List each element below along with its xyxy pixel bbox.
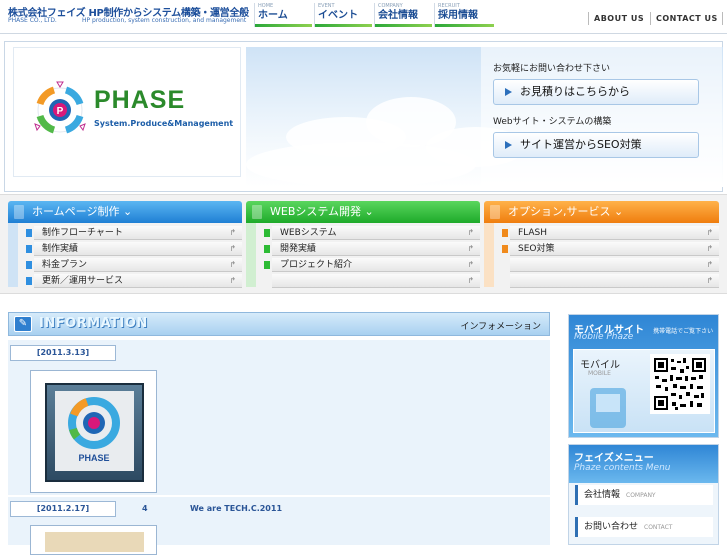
about-us-link[interactable]: ABOUT US bbox=[588, 12, 644, 25]
nav-company[interactable]: COMPANY 会社情報 bbox=[374, 3, 432, 27]
menu-item-empty: ↱ bbox=[510, 274, 719, 288]
seo-button[interactable]: サイト運営からSEO対策 bbox=[493, 132, 699, 158]
news-entry: [2011.2.17] 4 We are TECH.C.2011 bbox=[8, 497, 550, 555]
news-thumbnail[interactable] bbox=[30, 525, 157, 555]
menu-item[interactable]: WEBシステム ↱ bbox=[264, 226, 480, 240]
contact-panel: お気軽にお問い合わせ下さい お見積りはこちらから Webサイト・システムの構築 … bbox=[481, 47, 722, 187]
mobile-label: モバイル bbox=[580, 360, 620, 371]
information-header: ✎ INFORMATION インフォメーション bbox=[8, 312, 550, 336]
pencil-icon: ✎ bbox=[14, 316, 32, 332]
phone-icon bbox=[590, 388, 626, 428]
arrow-icon: ↱ bbox=[467, 244, 474, 253]
arrow-icon: ↱ bbox=[229, 228, 236, 237]
arrow-right-icon bbox=[505, 88, 512, 96]
nav-home[interactable]: HOME ホーム bbox=[254, 3, 312, 27]
web-label: Webサイト・システムの構築 bbox=[493, 117, 612, 127]
chevron-down-icon: ⌄ bbox=[122, 205, 133, 218]
news-thumbnail[interactable]: PHASE bbox=[30, 370, 157, 493]
site-header: 株式会社フェイズ HP制作からシステム構築・運営全般 PHASE CO., LT… bbox=[0, 0, 727, 34]
page-icon bbox=[252, 205, 262, 219]
arrow-icon: ↱ bbox=[229, 260, 236, 269]
menu-subtitle: Phaze contents Menu bbox=[574, 463, 671, 473]
mobile-label-en: MOBILE bbox=[588, 370, 611, 377]
mobile-site-box[interactable]: モバイルサイト 携帯電話でご覧下さい Mobile Phaze モバイル MOB… bbox=[568, 314, 719, 438]
news-number: 4 bbox=[142, 504, 148, 513]
logo-text: PHASE bbox=[94, 86, 186, 114]
estimate-button[interactable]: お見積りはこちらから bbox=[493, 79, 699, 105]
menu-item[interactable]: 開発実績 ↱ bbox=[264, 242, 480, 256]
menu-options-header[interactable]: オプション,サービス ⌄ bbox=[484, 201, 719, 223]
news-entry: [2011.3.13] PHASE bbox=[8, 340, 550, 495]
arrow-icon: ↱ bbox=[467, 260, 474, 269]
menu-websystem-header[interactable]: WEBシステム開発 ⌄ bbox=[246, 201, 480, 223]
phaze-menu-box: フェイズメニュー Phaze contents Menu 会社情報 COMPANY… bbox=[568, 444, 719, 545]
contact-us-link[interactable]: CONTACT US bbox=[650, 12, 723, 25]
inquiry-label: お気軽にお問い合わせ下さい bbox=[493, 64, 611, 74]
menu-item[interactable]: 料金プラン ↱ bbox=[26, 258, 242, 272]
side-menu-company[interactable]: 会社情報 COMPANY bbox=[575, 485, 713, 505]
logo-area[interactable]: P PHASE System.Produce&Management bbox=[13, 47, 241, 177]
menu-item[interactable]: 更新／運用サービス ↱ bbox=[26, 274, 242, 288]
news-title[interactable]: We are TECH.C.2011 bbox=[190, 504, 282, 513]
chevron-down-icon: ⌄ bbox=[364, 205, 374, 218]
news-date: [2011.2.17] bbox=[10, 501, 116, 517]
tagline-en: HP production, system construction, and … bbox=[82, 17, 247, 24]
page-icon bbox=[490, 205, 500, 219]
chevron-down-icon: ⌄ bbox=[614, 205, 624, 218]
menu-item[interactable]: FLASH ↱ bbox=[502, 226, 719, 240]
arrow-icon: ↱ bbox=[229, 276, 236, 285]
menu-item-empty: ↱ bbox=[510, 258, 719, 272]
arrow-icon: ↱ bbox=[229, 244, 236, 253]
mobile-note: 携帯電話でご覧下さい bbox=[653, 328, 714, 335]
phase-sign-icon: PHASE bbox=[55, 391, 134, 471]
arrow-icon: ↱ bbox=[706, 228, 713, 237]
menu-item-empty: ↱ bbox=[272, 274, 480, 288]
company-en: PHASE CO., LTD. bbox=[8, 17, 57, 24]
arrow-icon: ↱ bbox=[706, 244, 713, 253]
logo-letter: P bbox=[57, 106, 64, 117]
arrow-icon: ↱ bbox=[467, 228, 474, 237]
hero-banner: P PHASE System.Produce&Management お気軽にお問… bbox=[4, 41, 723, 192]
qr-code-icon bbox=[650, 354, 710, 414]
nav-recruit[interactable]: RECRUIT 採用情報 bbox=[434, 3, 494, 27]
arrow-right-icon bbox=[505, 141, 512, 149]
side-menu-contact[interactable]: お問い合わせ CONTACT bbox=[575, 517, 713, 537]
logo-subtext: System.Produce&Management bbox=[94, 119, 234, 128]
nav-event[interactable]: EVENT イベント bbox=[314, 3, 372, 27]
mobile-subtitle: Mobile Phaze bbox=[574, 332, 634, 342]
information-title: INFORMATION bbox=[39, 316, 148, 331]
page-icon bbox=[14, 205, 24, 219]
menu-item[interactable]: プロジェクト紹介 ↱ bbox=[264, 258, 480, 272]
menu-item[interactable]: 制作フローチャート ↱ bbox=[26, 226, 242, 240]
news-date: [2011.3.13] bbox=[10, 345, 116, 361]
menu-title: フェイズメニュー bbox=[574, 453, 654, 464]
information-title-jp: インフォメーション bbox=[460, 322, 541, 332]
menu-homepage-header[interactable]: ホームページ制作 ⌄ bbox=[8, 201, 242, 223]
thumb-sign-text: PHASE bbox=[78, 453, 109, 463]
menu-item[interactable]: 制作実績 ↱ bbox=[26, 242, 242, 256]
menu-item[interactable]: SEO対策 ↱ bbox=[502, 242, 719, 256]
